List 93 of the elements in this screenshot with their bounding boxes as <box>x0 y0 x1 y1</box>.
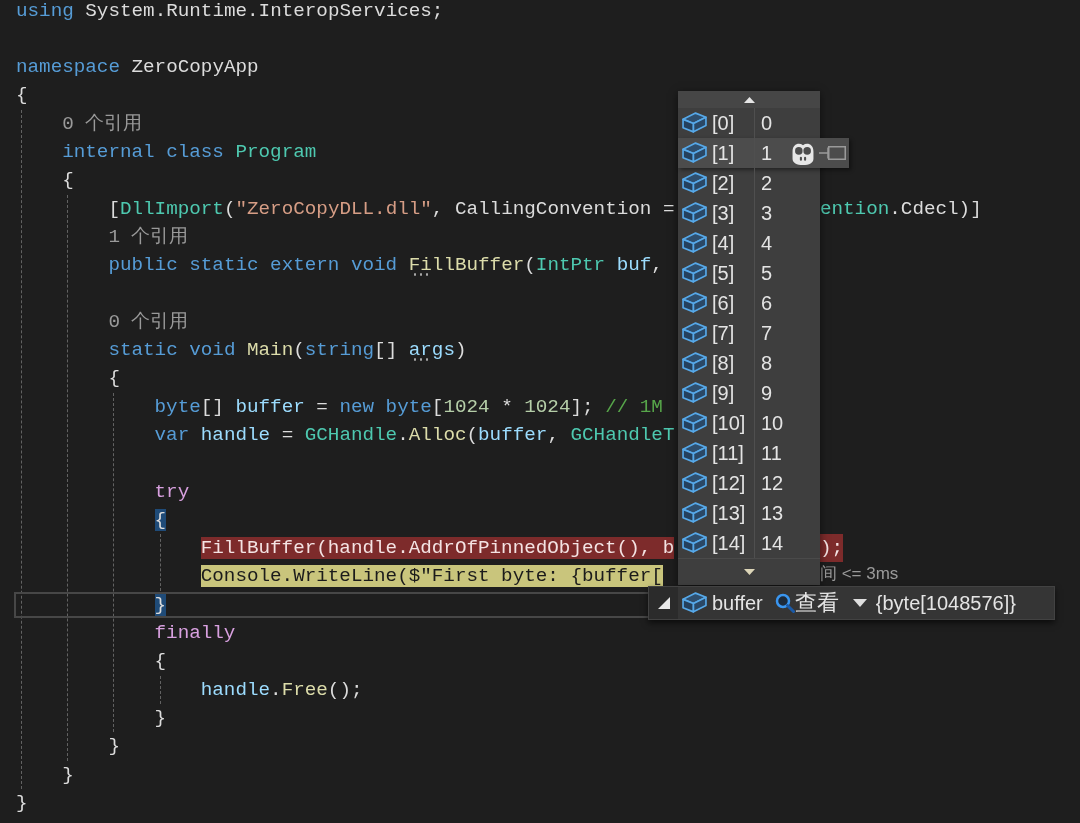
variable-value: 6 <box>761 293 773 313</box>
variable-name: [14] <box>712 533 746 553</box>
variable-value: {byte[1048576]} <box>875 593 1016 613</box>
code-line: } <box>154 706 167 729</box>
variable-name: buffer <box>712 593 763 613</box>
code-line: } <box>62 763 74 786</box>
variable-name: [6] <box>712 293 735 313</box>
variable-row[interactable]: [7] 7 <box>678 318 820 348</box>
dropdown-caret-icon[interactable] <box>852 599 867 607</box>
variable-name: [0] <box>712 113 735 133</box>
cube-icon <box>682 172 707 194</box>
variable-row[interactable]: [3] 3 <box>678 198 820 228</box>
cube-icon <box>682 112 707 134</box>
variable-value: 10 <box>761 413 784 433</box>
code-line: public static extern void FillBuffer(IntPtr buf, <box>108 254 663 277</box>
code-line: var handle = GCHandle.Alloc(buffer, GCHandleT <box>154 423 675 446</box>
cube-icon <box>682 352 707 374</box>
code-line: byte[] buffer = new byte[1024 * 1024]; // 1M <box>154 395 663 418</box>
reference-count-link[interactable]: 0 个引用 <box>108 310 189 333</box>
code-line: finally <box>154 622 236 645</box>
code-line: { <box>16 84 28 107</box>
cube-icon <box>682 592 707 614</box>
code-line: } <box>108 735 120 758</box>
code-line: { <box>62 169 74 192</box>
variable-name: [4] <box>712 233 735 253</box>
variable-row[interactable]: [8] 8 <box>678 348 820 378</box>
variable-name: [9] <box>712 383 735 403</box>
scroll-down-arrow-icon[interactable] <box>743 569 755 575</box>
variable-name: [3] <box>712 203 735 223</box>
variable-value: 9 <box>761 383 773 403</box>
visualizer-button[interactable]: 查看 <box>774 592 839 614</box>
cube-icon <box>682 382 707 404</box>
variable-row[interactable]: [12] 12 <box>678 468 820 498</box>
variable-value: 8 <box>761 353 773 373</box>
pin-icon[interactable] <box>819 145 846 161</box>
code-line: { <box>154 650 167 673</box>
variable-value: 4 <box>761 233 773 253</box>
reference-count-link[interactable]: 0 个引用 <box>62 112 143 135</box>
variable-value: 13 <box>761 503 784 523</box>
variable-value: 3 <box>761 203 773 223</box>
variable-name: [1] <box>712 143 735 163</box>
code-line: { <box>108 367 120 390</box>
variable-name: [13] <box>712 503 746 523</box>
magnifier-icon <box>774 593 795 613</box>
variable-row[interactable]: [10] 10 <box>678 408 820 438</box>
code-line: namespace ZeroCopyApp <box>16 56 259 79</box>
expanded-triangle-icon[interactable] <box>657 597 670 609</box>
variable-row[interactable]: [6] 6 <box>678 288 820 318</box>
variable-value: 11 <box>761 443 782 463</box>
goggles-face-icon[interactable] <box>792 141 814 165</box>
code-line: handle.Free(); <box>200 678 363 701</box>
variable-row[interactable]: [9] 9 <box>678 378 820 408</box>
cube-icon <box>682 262 707 284</box>
code-line: [DllImport("ZeroCopyDLL.dll", CallingConvention = <box>108 197 675 220</box>
variable-name: [11] <box>712 443 744 463</box>
variable-value: 7 <box>761 323 773 343</box>
variable-row[interactable]: [4] 4 <box>678 228 820 258</box>
code-line: } <box>16 791 28 814</box>
variable-row[interactable]: [13] 13 <box>678 498 820 528</box>
code-line: ention.Cdecl)] <box>819 196 982 222</box>
variable-row[interactable]: [11] 11 <box>678 438 820 468</box>
variable-value: 14 <box>761 533 784 553</box>
code-line: static void Main(string[] args) <box>108 339 467 362</box>
cube-icon <box>682 232 707 254</box>
code-line: using System.Runtime.InteropServices; <box>16 0 444 22</box>
cube-icon <box>682 322 707 344</box>
variable-row[interactable]: [1] 1 <box>678 138 849 168</box>
variable-value: 0 <box>761 113 773 133</box>
variable-row[interactable]: [5] 5 <box>678 258 820 288</box>
perf-tip-text: 间 <= 3ms <box>819 563 899 586</box>
cube-icon <box>682 532 707 554</box>
reference-count-link[interactable]: 1 个引用 <box>108 225 189 248</box>
variable-value: 1 <box>761 143 773 163</box>
variable-value: 2 <box>761 173 773 193</box>
variable-row[interactable]: [2] 2 <box>678 168 820 198</box>
cube-icon <box>682 412 707 434</box>
variable-name: [10] <box>712 413 746 433</box>
scroll-up-arrow-icon[interactable] <box>743 96 755 103</box>
variable-name: [8] <box>712 353 735 373</box>
variable-name: [2] <box>712 173 735 193</box>
cube-icon <box>682 502 707 524</box>
variable-name: [5] <box>712 263 735 283</box>
cube-icon <box>682 442 707 464</box>
cube-icon <box>682 142 707 164</box>
cube-icon <box>682 292 707 314</box>
code-line: internal class Program <box>62 141 317 163</box>
code-line: try <box>154 480 190 503</box>
variable-value: 5 <box>761 263 773 283</box>
variable-name: [7] <box>712 323 735 343</box>
variable-value: 12 <box>761 473 784 493</box>
cube-icon <box>682 472 707 494</box>
cube-icon <box>682 202 707 224</box>
variable-name: [12] <box>712 473 746 493</box>
